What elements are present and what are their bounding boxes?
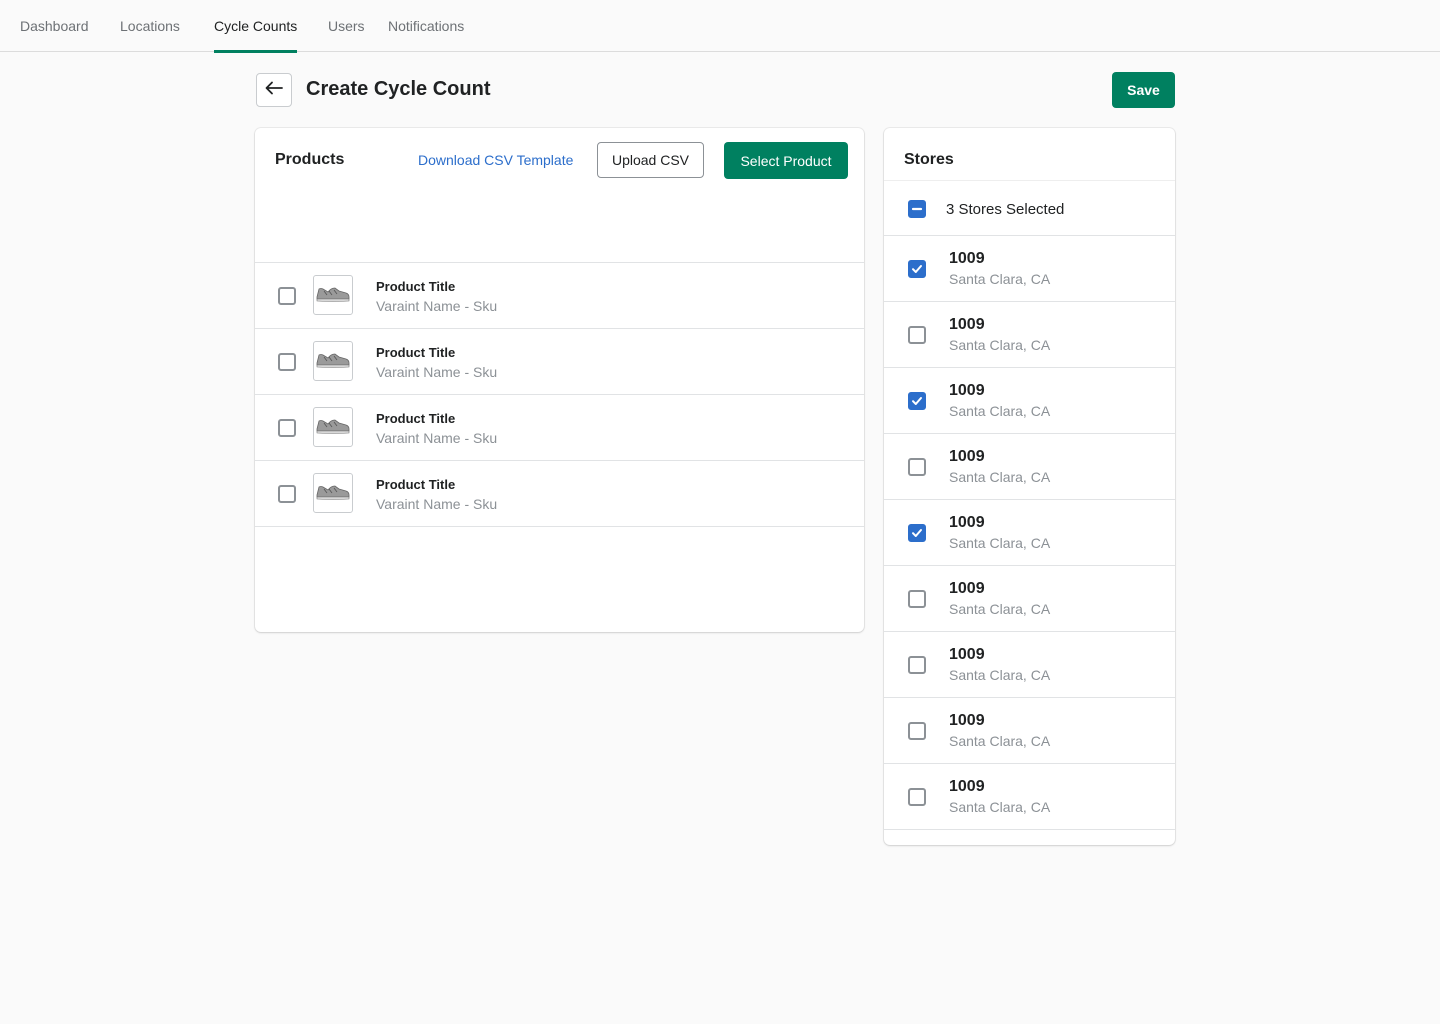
store-location: Santa Clara, CA <box>949 667 1051 683</box>
product-checkbox[interactable] <box>278 353 296 371</box>
product-row: Product Title Varaint Name - Sku <box>255 329 864 395</box>
select-all-row: 3 Stores Selected <box>884 180 1175 236</box>
product-title: Product Title <box>376 279 456 294</box>
product-title: Product Title <box>376 345 456 360</box>
store-id: 1009 <box>949 712 985 729</box>
store-row: 1009 Santa Clara, CA <box>884 236 1175 302</box>
product-variant: Varaint Name - Sku <box>376 298 498 314</box>
stores-card: Stores 3 Stores Selected 1009 Santa Clara… <box>884 128 1175 845</box>
store-location: Santa Clara, CA <box>949 403 1051 419</box>
products-heading: Products <box>275 151 345 168</box>
store-location: Santa Clara, CA <box>949 601 1051 617</box>
save-button[interactable]: Save <box>1112 72 1175 108</box>
back-button[interactable] <box>256 73 292 107</box>
product-thumbnail <box>313 341 353 381</box>
store-rows: 1009 Santa Clara, CA 1009 Santa Clara, CA 10… <box>884 236 1175 830</box>
store-id: 1009 <box>949 580 985 597</box>
sneaker-icon <box>315 282 351 309</box>
store-row: 1009 Santa Clara, CA <box>884 764 1175 830</box>
store-location: Santa Clara, CA <box>949 535 1051 551</box>
tab-notifications[interactable]: Notifications <box>388 0 464 52</box>
tab-cycle-counts[interactable]: Cycle Counts <box>214 0 298 53</box>
sneaker-icon <box>315 480 351 507</box>
store-checkbox[interactable] <box>908 260 926 278</box>
upload-csv-button[interactable]: Upload CSV <box>597 142 704 178</box>
store-id: 1009 <box>949 448 985 465</box>
store-location: Santa Clara, CA <box>949 271 1051 287</box>
store-row: 1009 Santa Clara, CA <box>884 632 1175 698</box>
product-title: Product Title <box>376 411 456 426</box>
store-id: 1009 <box>949 316 985 333</box>
product-row: Product Title Varaint Name - Sku <box>255 395 864 461</box>
select-product-button[interactable]: Select Product <box>724 142 848 179</box>
store-row: 1009 Santa Clara, CA <box>884 500 1175 566</box>
product-variant: Varaint Name - Sku <box>376 496 498 512</box>
store-id: 1009 <box>949 778 985 795</box>
store-checkbox[interactable] <box>908 722 926 740</box>
stores-list: 3 Stores Selected 1009 Santa Clara, CA 100… <box>884 180 1175 830</box>
tab-locations[interactable]: Locations <box>120 0 180 52</box>
page-title: Create Cycle Count <box>306 78 491 100</box>
products-card: Products Download CSV Template Upload CS… <box>255 128 864 632</box>
select-all-checkbox[interactable] <box>908 200 926 218</box>
product-thumbnail <box>313 275 353 315</box>
select-all-label: 3 Stores Selected <box>946 201 1065 218</box>
product-checkbox[interactable] <box>278 419 296 437</box>
tab-users[interactable]: Users <box>328 0 365 52</box>
store-location: Santa Clara, CA <box>949 799 1051 815</box>
store-checkbox[interactable] <box>908 788 926 806</box>
product-variant: Varaint Name - Sku <box>376 364 498 380</box>
store-row: 1009 Santa Clara, CA <box>884 434 1175 500</box>
store-location: Santa Clara, CA <box>949 469 1051 485</box>
tab-dashboard[interactable]: Dashboard <box>20 0 89 52</box>
store-id: 1009 <box>949 382 985 399</box>
product-variant: Varaint Name - Sku <box>376 430 498 446</box>
product-title: Product Title <box>376 477 456 492</box>
store-location: Santa Clara, CA <box>949 337 1051 353</box>
store-row: 1009 Santa Clara, CA <box>884 302 1175 368</box>
store-row: 1009 Santa Clara, CA <box>884 566 1175 632</box>
product-thumbnail <box>313 407 353 447</box>
store-checkbox[interactable] <box>908 458 926 476</box>
sneaker-icon <box>315 348 351 375</box>
stores-heading: Stores <box>904 151 954 168</box>
store-row: 1009 Santa Clara, CA <box>884 368 1175 434</box>
arrow-left-icon <box>265 81 283 100</box>
store-checkbox[interactable] <box>908 392 926 410</box>
store-checkbox[interactable] <box>908 524 926 542</box>
store-checkbox[interactable] <box>908 326 926 344</box>
sneaker-icon <box>315 414 351 441</box>
product-row: Product Title Varaint Name - Sku <box>255 263 864 329</box>
store-location: Santa Clara, CA <box>949 733 1051 749</box>
store-checkbox[interactable] <box>908 656 926 674</box>
store-checkbox[interactable] <box>908 590 926 608</box>
store-row: 1009 Santa Clara, CA <box>884 698 1175 764</box>
product-thumbnail <box>313 473 353 513</box>
top-nav: Dashboard Locations Cycle Counts Users N… <box>0 0 1440 53</box>
store-id: 1009 <box>949 514 985 531</box>
store-id: 1009 <box>949 646 985 663</box>
download-csv-template-link[interactable]: Download CSV Template <box>418 152 573 168</box>
product-row: Product Title Varaint Name - Sku <box>255 461 864 527</box>
store-id: 1009 <box>949 250 985 267</box>
product-checkbox[interactable] <box>278 287 296 305</box>
product-checkbox[interactable] <box>278 485 296 503</box>
product-list: Product Title Varaint Name - Sku Product T… <box>255 262 864 527</box>
